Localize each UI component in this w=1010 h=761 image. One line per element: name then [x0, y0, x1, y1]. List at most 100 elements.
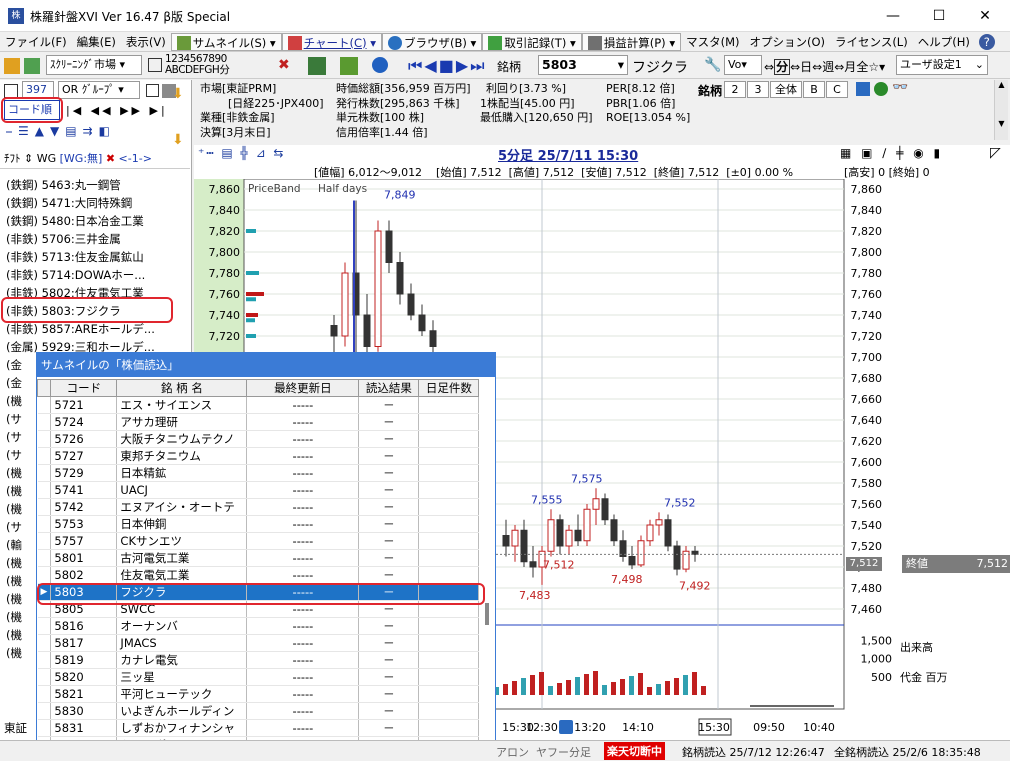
export-icon[interactable] — [24, 58, 40, 74]
menu-help[interactable]: ヘルプ(H) — [913, 33, 975, 51]
list-item-fragment[interactable]: (サ — [6, 428, 22, 446]
table-row[interactable]: 5741 UACJ ----- － — [37, 481, 480, 499]
header-count[interactable]: 日足件数 — [418, 379, 480, 397]
maximize-icon[interactable]: ☐ — [916, 0, 962, 32]
screening-icon[interactable] — [4, 58, 20, 74]
group-select[interactable]: OR ｸﾞﾙｰﾌﾟ ▾ — [58, 81, 140, 99]
period-selector[interactable]: ⇔ 分 ⇔日⇔週⇔月全☆▾ — [764, 58, 885, 75]
list-item-fragment[interactable]: (機 — [6, 572, 22, 590]
code-input[interactable]: 5803 ▾ — [538, 55, 628, 75]
menu-chart[interactable]: チャート(C) ▾ — [281, 32, 382, 51]
drawing-tool-icon[interactable] — [308, 57, 326, 75]
period-all[interactable]: 全 — [856, 60, 868, 74]
table-row[interactable]: 5830 いよぎんホールディン ----- － — [37, 702, 480, 720]
wg-row[interactable]: ﾁﾌﾄ ⇕ WG [WG:無] ✖ <-1-> — [4, 150, 152, 166]
page-link[interactable]: <-1-> — [119, 152, 152, 165]
chart-tool-icons[interactable]: ⁺┅ ▤ ╬ ⊿ ⇆ — [198, 146, 286, 160]
menu-thumbnail[interactable]: サムネイル(S) ▾ — [170, 32, 282, 51]
table-row[interactable]: 5721 エス・サイエンス ----- － — [37, 396, 480, 414]
vo-toggle[interactable]: Vo▾ — [724, 55, 762, 75]
tab-b[interactable]: B — [803, 81, 825, 98]
menu-edit[interactable]: 編集(E) — [72, 33, 121, 51]
tab-all[interactable]: 全体 — [770, 81, 802, 98]
menu-browser[interactable]: ブラウザ(B) ▾ — [382, 32, 483, 51]
table-row[interactable]: 5817 JMACS ----- － — [37, 634, 480, 652]
list-item[interactable]: (非鉄) 5706:三井金属 — [6, 230, 121, 248]
table-row[interactable]: 5819 カナレ電気 ----- － — [37, 651, 480, 669]
table-row[interactable]: 5757 CKサンエツ ----- － — [37, 532, 480, 550]
period-week[interactable]: 週 — [822, 60, 834, 74]
help-icon[interactable]: ? — [978, 33, 995, 50]
settings-tool-icon[interactable] — [340, 57, 358, 75]
list-item-fragment[interactable]: (機 — [6, 608, 22, 626]
grid-icon[interactable] — [148, 58, 162, 72]
table-row[interactable]: 5801 古河電気工業 ----- － — [37, 549, 480, 567]
list-item-fragment[interactable]: (機 — [6, 392, 22, 410]
menu-file[interactable]: ファイル(F) — [0, 33, 72, 51]
table-row[interactable]: 5753 日本伸銅 ----- － — [37, 515, 480, 533]
tab-c[interactable]: C — [826, 81, 848, 98]
list-item[interactable]: (非鉄) 5714:DOWAホー... — [6, 266, 145, 284]
list-item[interactable]: (非鉄) 5857:AREホールデ... — [6, 320, 155, 338]
header-result[interactable]: 読込結果 — [358, 379, 420, 397]
browser-icon[interactable] — [856, 82, 870, 96]
list-item[interactable]: (鉄鋼) 5471:大同特殊鋼 — [6, 194, 132, 212]
chart-right-icons[interactable]: ▦ ▣ ∕ ╪ ◉ ▮ — [840, 146, 943, 160]
page-nav-controls[interactable]: |◀ ◀◀ ▶▶ ▶| — [66, 104, 168, 117]
list-item-fragment[interactable]: (サ — [6, 410, 22, 428]
table-scrollbar[interactable] — [485, 603, 489, 625]
table-row[interactable]: 5816 オーナンバ ----- － — [37, 617, 480, 635]
table-row[interactable]: 5726 大阪チタニウムテクノ ----- － — [37, 430, 480, 448]
list-item[interactable]: (鉄鋼) 5480:日本冶金工業 — [6, 212, 144, 230]
period-day[interactable]: 日 — [800, 60, 812, 74]
corner-triangle-icon[interactable]: ◸ — [990, 145, 1001, 161]
period-month[interactable]: 月 — [844, 60, 856, 74]
menu-option[interactable]: オプション(O) — [745, 33, 831, 51]
list-item-fragment[interactable]: (サ — [6, 446, 22, 464]
list-item-fragment[interactable]: (輸 — [6, 536, 22, 554]
period-minute[interactable]: 分 — [774, 59, 791, 75]
download-arrow-icon-2[interactable]: ⬇ — [172, 132, 184, 148]
close-icon[interactable]: ✕ — [962, 0, 1008, 32]
thumbnail-number-buttons[interactable]: 1234567890 ABCDEFGH分 — [165, 54, 230, 76]
wg-clear-icon[interactable]: ✖ — [106, 152, 115, 165]
list-item-fragment[interactable]: (機 — [6, 626, 22, 644]
list-item-fragment[interactable]: (機 — [6, 554, 22, 572]
scroll-down-icon[interactable]: ▼ — [995, 119, 1008, 128]
table-row[interactable]: 5729 日本精鉱 ----- － — [37, 464, 480, 482]
header-name[interactable]: 銘 柄 名 — [116, 379, 248, 397]
menu-master[interactable]: マスタ(M) — [681, 33, 744, 51]
menu-trade-record[interactable]: 取引記録(T) ▾ — [482, 32, 582, 51]
table-row[interactable]: 5821 平河ヒューテック ----- － — [37, 685, 480, 703]
list-item-fragment[interactable]: (機 — [6, 590, 22, 608]
table-row[interactable]: 5724 アサカ理研 ----- － — [37, 413, 480, 431]
header-code[interactable]: コード — [50, 379, 118, 397]
menu-license[interactable]: ライセンス(L) — [830, 33, 913, 51]
table-row[interactable]: 5831 しずおかフィナンシャ ----- － — [37, 719, 480, 737]
list-item-fragment[interactable]: (機 — [6, 644, 22, 662]
list-item[interactable]: (鉄鋼) 5463:丸一鋼管 — [6, 176, 121, 194]
screen-market-select[interactable]: ｽｸﾘｰﾆﾝｸﾞ市場 ▾ — [46, 55, 142, 75]
list-item-fragment[interactable]: (サ — [6, 518, 22, 536]
list-item[interactable]: (非鉄) 5713:住友金属鉱山 — [6, 248, 144, 266]
tab-3[interactable]: 3 — [747, 81, 769, 98]
list-item-fragment[interactable]: (機 — [6, 464, 22, 482]
list-item-fragment[interactable]: (機 — [6, 500, 22, 518]
table-row[interactable]: 5727 東邦チタニウム ----- － — [37, 447, 480, 465]
tab-2[interactable]: 2 — [724, 81, 746, 98]
globe-small-icon[interactable] — [874, 82, 888, 96]
download-arrow-icon[interactable]: ⬇ — [172, 86, 184, 102]
table-row[interactable]: 5802 住友電気工業 ----- － — [37, 566, 480, 584]
list-tool-icons[interactable]: ⎯☰▲▼▤⇉◧ — [6, 124, 116, 139]
list-item-fragment[interactable]: (金 — [6, 374, 22, 392]
scroll-up-icon[interactable]: ▲ — [995, 80, 1008, 89]
list-item-fragment[interactable]: (機 — [6, 482, 22, 500]
info-scrollbar[interactable]: ▲ ▼ — [994, 80, 1008, 140]
filter-checkbox[interactable] — [146, 84, 159, 97]
minimize-icon[interactable]: — — [870, 0, 916, 32]
wrench-icon[interactable]: 🔧 — [704, 57, 721, 73]
letter-buttons[interactable]: ABCDEFGH分 — [165, 64, 230, 76]
menu-view[interactable]: 表示(V) — [121, 33, 171, 51]
header-updated[interactable]: 最終更新日 — [246, 379, 360, 397]
playback-controls[interactable]: ⏮◀■▶⏭ — [408, 56, 487, 76]
